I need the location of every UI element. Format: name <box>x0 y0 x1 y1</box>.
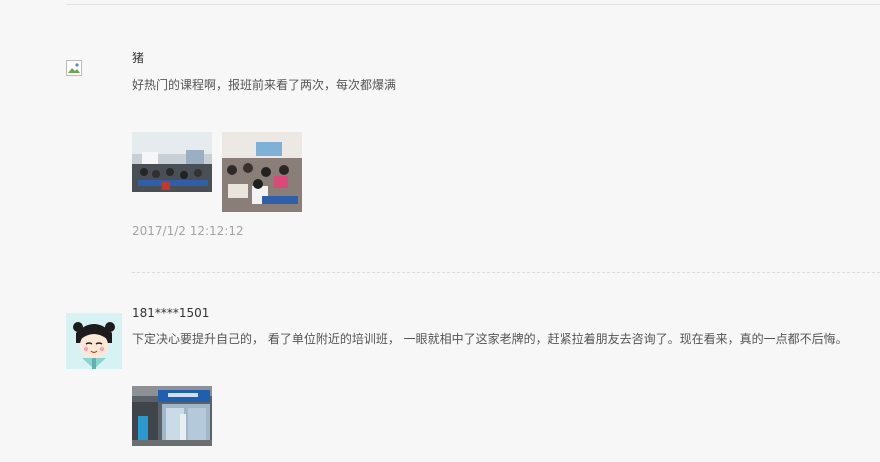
comment-timestamp: 2017/1/2 12:12:12 <box>132 224 244 238</box>
broken-image-icon <box>66 60 82 76</box>
avatar <box>66 313 122 369</box>
top-divider <box>66 4 880 5</box>
comment-photo[interactable] <box>132 386 212 446</box>
avatar <box>66 60 82 76</box>
comment-username: 猪 <box>132 51 145 65</box>
comment-text: 下定决心要提升自己的， 看了单位附近的培训班， 一眼就相中了这家老牌的，赶紧拉着… <box>132 332 848 346</box>
comment-divider <box>132 272 880 273</box>
comment-text: 好热门的课程啊，报班前来看了两次，每次都爆满 <box>132 78 397 92</box>
comment-photo[interactable] <box>132 132 212 192</box>
comment-username: 181****1501 <box>132 306 210 320</box>
comment-photo[interactable] <box>222 132 302 212</box>
cartoon-avatar-icon <box>66 313 122 369</box>
